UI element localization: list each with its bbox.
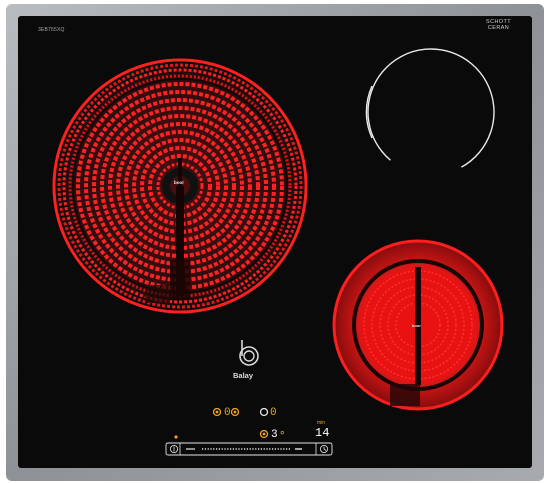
rear-left-zone-logo: boor <box>174 180 184 185</box>
front-right-zone-logo: boor <box>412 323 421 328</box>
mid-zone-display: 0 <box>270 406 277 419</box>
power-indicator-icon: ∘ <box>279 428 286 440</box>
left-zone-level: 0 <box>224 407 231 419</box>
timer-display: 14 <box>315 427 329 439</box>
mid-zone-level: 0 <box>270 407 277 419</box>
rear-left-zone[interactable] <box>52 58 308 314</box>
brand-name: Balay <box>233 371 254 380</box>
power-level: 3 <box>271 429 278 441</box>
model-number: 3EB755XQ <box>38 27 65 33</box>
cooktop-photo: 3EB755XQ SCHOTT CERAN boor boor Balay 0 … <box>0 0 550 483</box>
power-level-display: 3 <box>271 428 278 441</box>
timer-unit-label: min <box>317 420 326 426</box>
glass-brand-label: SCHOTT CERAN <box>486 19 511 31</box>
glass-brand-text: SCHOTT CERAN <box>486 19 512 31</box>
timer-digits: 14 <box>315 426 330 440</box>
left-zone-display: 0 <box>224 406 231 419</box>
